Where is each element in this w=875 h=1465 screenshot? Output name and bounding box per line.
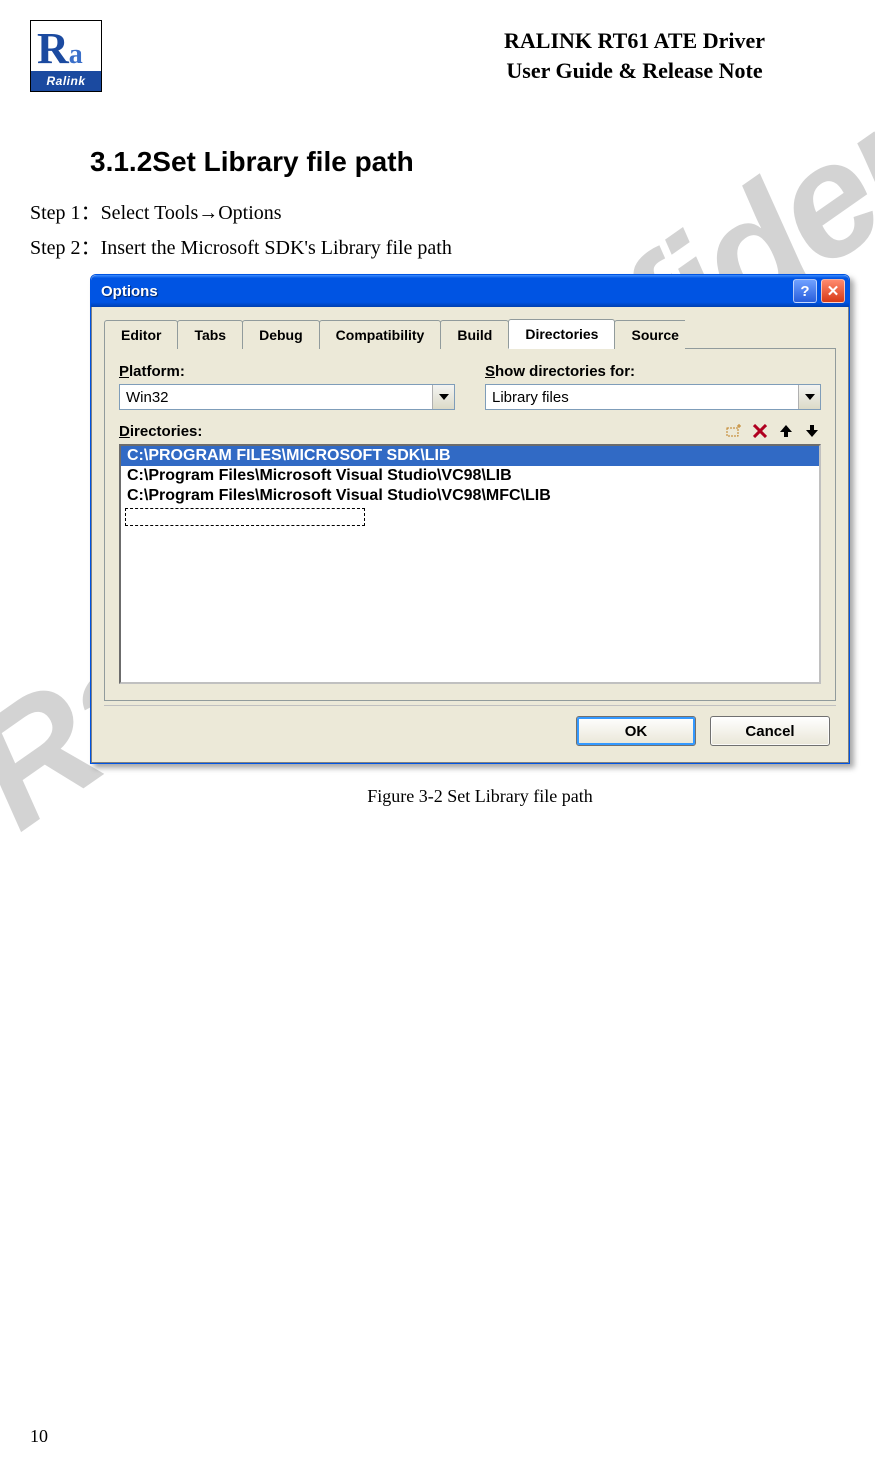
step-1: Step 1：Select Tools→Options xyxy=(30,196,845,225)
chevron-down-icon[interactable] xyxy=(798,385,820,409)
step1-prefix: Step 1 xyxy=(30,202,81,224)
logo-mark: Ra Ralink xyxy=(30,20,102,92)
doc-title-line2: User Guide & Release Note xyxy=(504,56,765,86)
platform-input[interactable] xyxy=(120,385,432,409)
step1-text: Select Tools xyxy=(101,202,199,224)
doc-title-line1: RALINK RT61 ATE Driver xyxy=(504,26,765,56)
tab-debug[interactable]: Debug xyxy=(242,320,320,349)
showfor-input[interactable] xyxy=(486,385,798,409)
figure-options-dialog: Options ? ✕ Editor Tabs Debug Compatibil… xyxy=(90,274,870,807)
tab-build[interactable]: Build xyxy=(440,320,509,349)
section-number: 3.1.2 xyxy=(90,146,152,177)
list-item-new[interactable] xyxy=(125,508,365,526)
move-down-icon[interactable] xyxy=(803,422,821,440)
dialog-title: Options xyxy=(101,283,789,300)
chevron-down-icon[interactable] xyxy=(432,385,454,409)
arrow-right-icon: → xyxy=(198,202,218,224)
tab-pane-directories: Platform: Platform: xyxy=(104,349,836,701)
new-folder-icon[interactable] xyxy=(725,422,743,440)
tab-compatibility[interactable]: Compatibility xyxy=(319,320,442,349)
section-heading: 3.1.2Set Library file path xyxy=(90,146,845,178)
showfor-combo[interactable] xyxy=(485,384,821,410)
step-2: Step 2：Insert the Microsoft SDK's Librar… xyxy=(30,231,845,260)
directories-listbox[interactable]: C:\PROGRAM FILES\MICROSOFT SDK\LIB C:\Pr… xyxy=(119,444,821,684)
step2-prefix: Step 2 xyxy=(30,237,81,259)
tab-row: Editor Tabs Debug Compatibility Build Di… xyxy=(104,317,836,349)
tab-tabs[interactable]: Tabs xyxy=(177,320,243,349)
logo: Ra Ralink xyxy=(30,20,102,92)
page-number: 10 xyxy=(30,1426,48,1447)
step1-after: Options xyxy=(218,202,281,224)
options-dialog: Options ? ✕ Editor Tabs Debug Compatibil… xyxy=(90,274,850,764)
cancel-button[interactable]: Cancel xyxy=(710,716,830,746)
section-title: Set Library file path xyxy=(152,146,413,177)
figure-caption: Figure 3-2 Set Library file path xyxy=(90,786,870,807)
platform-label: Platform: xyxy=(119,363,455,380)
platform-combo[interactable] xyxy=(119,384,455,410)
step2-text: Insert the Microsoft SDK's Library file … xyxy=(101,237,452,259)
tab-editor[interactable]: Editor xyxy=(104,320,178,349)
delete-icon[interactable] xyxy=(751,422,769,440)
logo-brand-text: Ralink xyxy=(46,74,85,88)
tab-directories[interactable]: Directories xyxy=(508,319,615,349)
list-item[interactable]: C:\Program Files\Microsoft Visual Studio… xyxy=(121,486,819,506)
ok-button[interactable]: OK xyxy=(576,716,696,746)
close-button[interactable]: ✕ xyxy=(821,279,845,303)
help-button[interactable]: ? xyxy=(793,279,817,303)
doc-header: Ra Ralink RALINK RT61 ATE Driver User Gu… xyxy=(30,10,845,122)
showfor-label: Show directories for: xyxy=(485,363,821,380)
dialog-titlebar[interactable]: Options ? ✕ xyxy=(91,275,849,307)
tab-source[interactable]: Source xyxy=(614,320,684,349)
directories-label: Directories: xyxy=(119,423,202,440)
list-item[interactable]: C:\PROGRAM FILES\MICROSOFT SDK\LIB xyxy=(121,446,819,466)
move-up-icon[interactable] xyxy=(777,422,795,440)
list-item[interactable]: C:\Program Files\Microsoft Visual Studio… xyxy=(121,466,819,486)
